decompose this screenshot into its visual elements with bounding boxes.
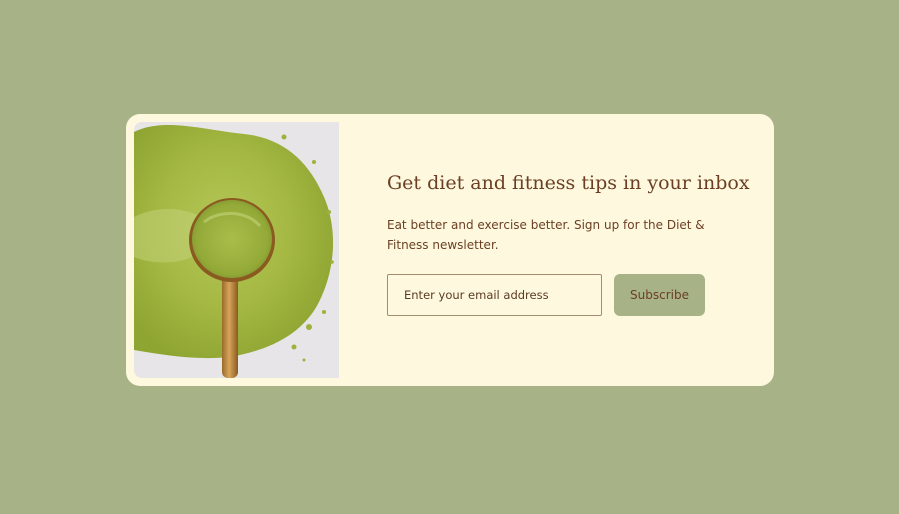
newsletter-title: Get diet and fitness tips in your inbox xyxy=(387,172,750,194)
email-input[interactable] xyxy=(387,274,602,316)
newsletter-description: Eat better and exercise better. Sign up … xyxy=(387,218,705,252)
matcha-powder-image xyxy=(134,122,339,378)
matcha-powder-illustration xyxy=(134,122,339,378)
newsletter-card: Get diet and fitness tips in your inbox … xyxy=(126,114,774,386)
subscribe-button[interactable]: Subscribe xyxy=(614,274,705,316)
